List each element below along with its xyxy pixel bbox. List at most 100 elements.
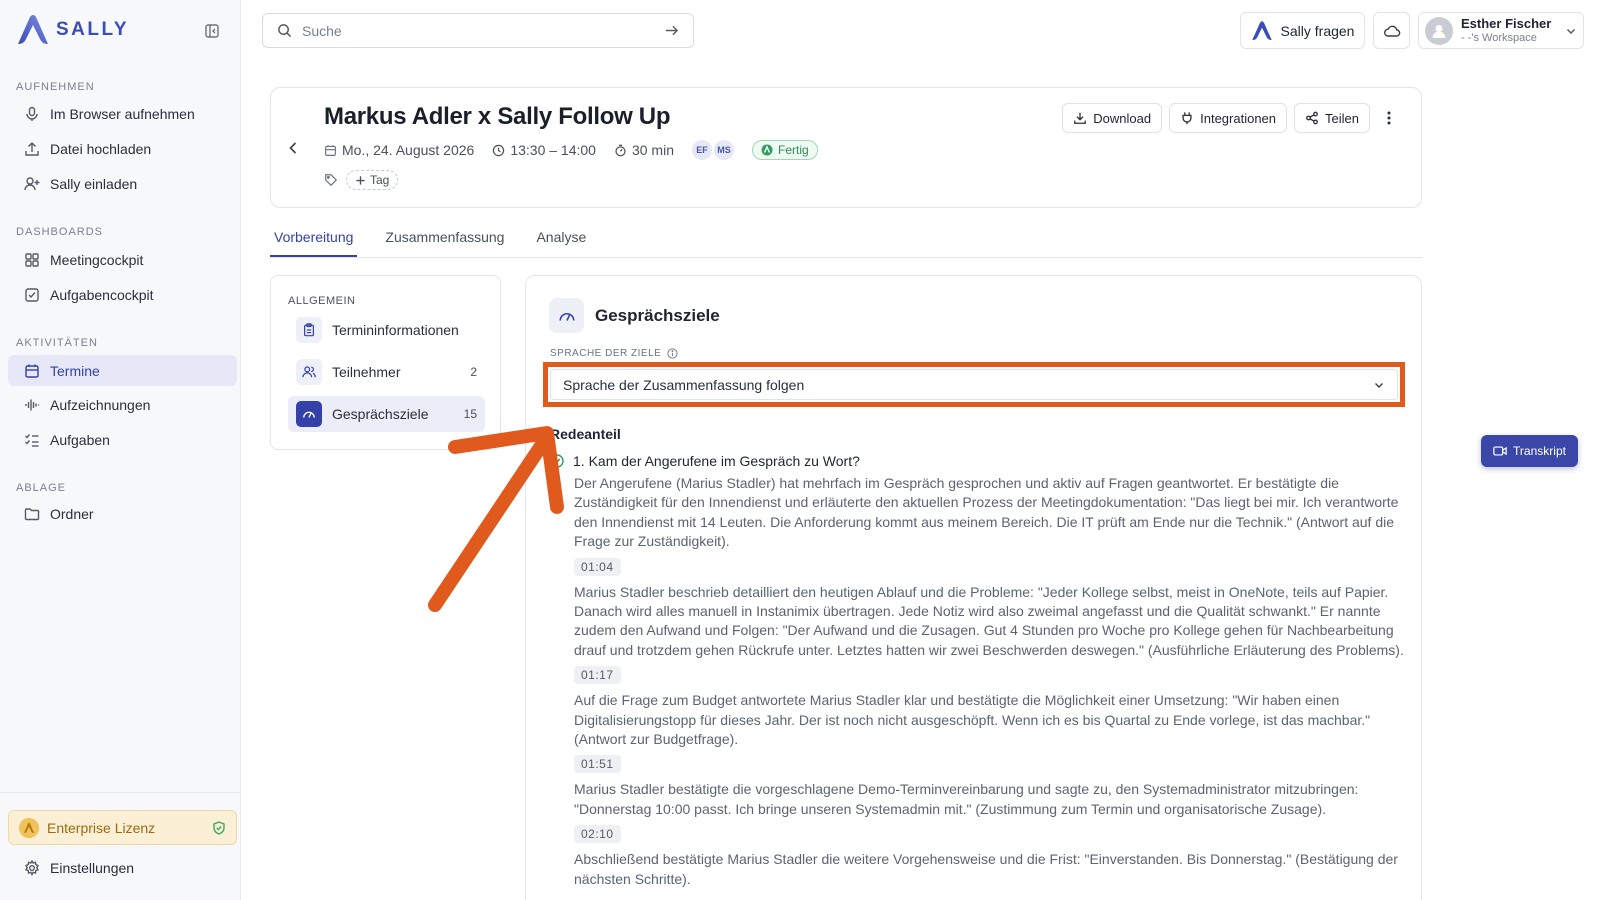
- license-badge[interactable]: Enterprise Lizenz: [8, 810, 237, 845]
- section-title-dashboards: DASHBOARDS: [16, 226, 104, 238]
- sidebar-item-invite[interactable]: Sally einladen: [8, 168, 237, 199]
- subnav-title: ALLGEMEIN: [288, 295, 356, 307]
- answer-text: Marius Stadler bestätigte die vorgeschla…: [574, 781, 1359, 817]
- meeting-duration-text: 30 min: [631, 142, 674, 158]
- meeting-time-text: 13:30 – 14:00: [510, 142, 596, 158]
- user-icon: [1432, 24, 1446, 38]
- subnav-item-label: Teilnehmer: [332, 364, 401, 380]
- answer-text: Marius Stadler beschrieb detailliert den…: [574, 583, 1404, 658]
- chevron-left-icon[interactable]: [283, 138, 303, 158]
- ask-sally-label: Sally fragen: [1280, 22, 1355, 39]
- user-menu[interactable]: Esther Fischer - -'s Workspace: [1418, 12, 1584, 49]
- subnav-item-teilnehmer[interactable]: Teilnehmer 2: [288, 354, 485, 390]
- video-icon: [1493, 446, 1507, 456]
- transcript-button[interactable]: Transkript: [1481, 435, 1578, 467]
- answer-text: Der Angerufene (Marius Stadler) hat mehr…: [574, 475, 1399, 550]
- logo[interactable]: SALLY: [16, 14, 129, 46]
- calendar-icon: [25, 364, 39, 378]
- clipboard-icon: [296, 317, 322, 343]
- sidebar: SALLY AUFNEHMEN Im Browser aufnehmen Dat…: [0, 0, 241, 900]
- goals-title: Gesprächsziele: [595, 305, 720, 325]
- checkbox-icon: [25, 287, 39, 302]
- status-badge: Fertig: [752, 140, 818, 160]
- avatar: [1425, 16, 1453, 45]
- meeting-header: Markus Adler x Sally Follow Up Mo., 24. …: [270, 87, 1422, 208]
- language-select[interactable]: Sprache der Zusammenfassung folgen: [550, 369, 1398, 400]
- answer-list: Der Angerufene (Marius Stadler) hat mehr…: [574, 474, 1404, 889]
- download-icon: [1074, 112, 1087, 124]
- subnav-item-termininformationen[interactable]: Termininformationen: [288, 312, 485, 348]
- sidebar-item-label: Aufzeichnungen: [50, 396, 151, 413]
- download-button[interactable]: Download: [1062, 103, 1163, 133]
- info-icon[interactable]: [667, 348, 678, 359]
- sidebar-item-termine[interactable]: Termine: [8, 355, 237, 386]
- sidebar-item-meetingcockpit[interactable]: Meetingcockpit: [8, 244, 237, 275]
- tag-icon: [325, 174, 338, 187]
- sidebar-item-label: Sally einladen: [50, 175, 138, 192]
- sidebar-item-upload[interactable]: Datei hochladen: [8, 133, 237, 164]
- participant-initials: MS: [714, 140, 734, 160]
- timestamp-badge[interactable]: 01:51: [574, 755, 621, 774]
- meeting-duration: 30 min: [614, 142, 674, 158]
- user-name: Esther Fischer: [1461, 16, 1552, 32]
- sidebar-item-aufzeichnungen[interactable]: Aufzeichnungen: [8, 389, 237, 420]
- subnav-item-label: Termininformationen: [332, 322, 459, 338]
- language-select-value: Sprache der Zusammenfassung folgen: [563, 376, 805, 393]
- goals-panel: Gesprächsziele SPRACHE DER ZIELE Sprache…: [525, 275, 1422, 900]
- integrations-label: Integrationen: [1200, 110, 1277, 126]
- sally-logo-icon: [1251, 20, 1272, 40]
- transcript-label: Transkript: [1513, 444, 1566, 458]
- timestamp-badge[interactable]: 01:17: [574, 666, 621, 685]
- timestamp-badge[interactable]: 01:04: [574, 557, 621, 576]
- search-input[interactable]: [302, 22, 654, 39]
- answer-text: Abschließend bestätigte Marius Stadler d…: [574, 851, 1398, 887]
- users-icon: [296, 359, 322, 385]
- meeting-time: 13:30 – 14:00: [492, 142, 596, 158]
- license-logo-icon: [19, 817, 39, 838]
- more-vertical-icon: [1387, 111, 1391, 125]
- ask-sally-button[interactable]: Sally fragen: [1240, 12, 1365, 49]
- language-label: SPRACHE DER ZIELE: [550, 348, 678, 359]
- sidebar-item-aufgabencockpit[interactable]: Aufgabencockpit: [8, 279, 237, 310]
- participant-initials: EF: [692, 140, 712, 160]
- search-bar[interactable]: [262, 13, 694, 48]
- tab-analyse[interactable]: Analyse: [532, 226, 590, 257]
- sidebar-item-aufgaben[interactable]: Aufgaben: [8, 424, 237, 455]
- user-workspace: - -'s Workspace: [1461, 31, 1537, 44]
- user-plus-icon: [24, 176, 40, 190]
- share-label: Teilen: [1325, 110, 1359, 126]
- gear-icon: [24, 859, 40, 876]
- integrations-button[interactable]: Integrationen: [1169, 103, 1288, 133]
- cloud-sync-button[interactable]: [1373, 12, 1410, 49]
- arrow-right-icon[interactable]: [664, 23, 679, 38]
- share-icon: [1306, 111, 1318, 125]
- tab-zusammenfassung[interactable]: Zusammenfassung: [381, 226, 508, 257]
- section-title-aktivitaeten: AKTIVITÄTEN: [16, 337, 98, 349]
- subnav-item-count: 2: [470, 365, 477, 379]
- cloud-icon: [1383, 25, 1400, 37]
- sidebar-item-settings[interactable]: Einstellungen: [8, 852, 237, 883]
- meeting-meta: Mo., 24. August 2026 13:30 – 14:00 30 mi…: [324, 140, 818, 160]
- section-title-ablage: ABLAGE: [16, 482, 67, 494]
- license-label: Enterprise Lizenz: [47, 819, 156, 836]
- status-text: Fertig: [778, 143, 809, 157]
- meeting-date: Mo., 24. August 2026: [324, 142, 474, 158]
- timestamp-badge[interactable]: 02:10: [574, 825, 621, 844]
- add-tag-button[interactable]: Tag: [346, 170, 399, 190]
- search-icon: [278, 24, 292, 38]
- add-tag-label: Tag: [370, 173, 390, 187]
- waveform-icon: [25, 399, 40, 410]
- shield-check-icon: [213, 820, 225, 835]
- tab-vorbereitung[interactable]: Vorbereitung: [270, 226, 358, 257]
- sidebar-item-browser-record[interactable]: Im Browser aufnehmen: [8, 98, 237, 129]
- task-list-icon: [25, 433, 39, 447]
- sidebar-item-ordner[interactable]: Ordner: [8, 498, 237, 529]
- share-button[interactable]: Teilen: [1294, 103, 1370, 133]
- participant-avatars[interactable]: EF MS: [692, 140, 734, 160]
- gauge-icon: [296, 401, 322, 427]
- goals-header: Gesprächsziele: [549, 298, 720, 333]
- annotation-arrow-icon: [428, 426, 564, 612]
- more-options-button[interactable]: [1377, 103, 1401, 133]
- sidebar-collapse-icon[interactable]: [204, 23, 220, 39]
- page-title: Markus Adler x Sally Follow Up: [324, 103, 671, 130]
